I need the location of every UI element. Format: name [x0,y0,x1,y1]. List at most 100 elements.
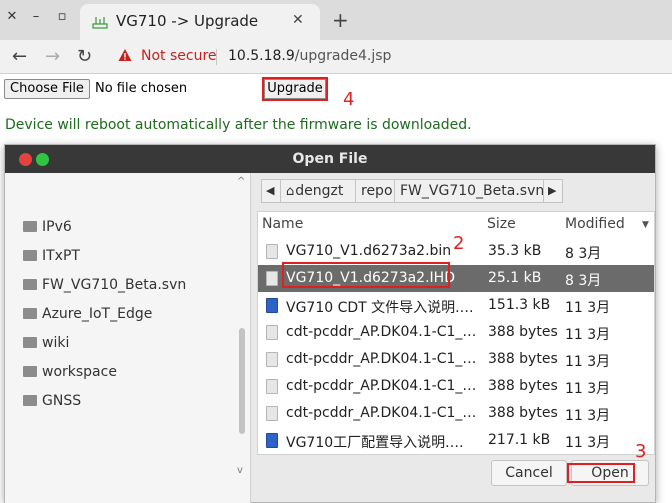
browser-toolbar: ← → ↻ Not secure 10.5.18.9/upgrade4.jsp [0,40,672,74]
folder-icon [23,337,37,348]
scroll-down-icon[interactable]: v [237,465,243,476]
window-close-icon[interactable]: ✕ [2,9,22,24]
browser-tab-bar: ✕ – ▫ VG710 -> Upgrade ✕ + [0,0,672,40]
file-size: 25.1 kB [488,270,542,286]
router-favicon-icon [92,17,108,29]
place-label: Azure_IoT_Edge [42,306,153,322]
place-item-azure-iot-edge[interactable]: Azure_IoT_Edge [23,306,152,326]
file-size: 388 bytes [488,351,558,367]
file-modified: 11 3月 [565,435,611,451]
place-label: ITxPT [42,248,80,264]
open-file-dialog: Open File ^ IPv6 ITxPT FW_VG710_Beta.svn… [4,144,656,503]
forward-icon[interactable]: → [45,46,60,67]
place-item-itxpt[interactable]: ITxPT [23,248,80,268]
place-label: workspace [42,364,117,380]
file-row[interactable]: cdt-pcddr_AP.DK04.1-C1_… 388 bytes 11 3月 [258,400,654,427]
annotation-step-4: 4 [343,89,355,110]
place-item-wiki[interactable]: wiki [23,335,69,355]
warning-icon [118,49,132,61]
file-row[interactable]: VG710工厂配置导入说明.… 217.1 kB 11 3月 [258,427,654,454]
file-modified: 8 3月 [565,273,602,289]
url-path: /upgrade4.jsp [294,48,392,64]
places-scrollbar[interactable] [239,328,245,434]
url-host: 10.5.18.9 [228,48,295,64]
generic-file-icon [266,406,278,421]
file-size: 151.3 kB [488,297,551,313]
annotation-box-selected-file [282,262,450,288]
file-row[interactable]: cdt-pcddr_AP.DK04.1-C1_… 388 bytes 11 3月 [258,373,654,400]
place-item-workspace[interactable]: workspace [23,364,117,384]
file-name: VG710_V1.d6273a2.bin [286,243,452,259]
reboot-message: Device will reboot automatically after t… [5,117,472,133]
file-modified: 8 3月 [565,246,602,262]
tab-title: VG710 -> Upgrade [116,12,259,30]
generic-file-icon [266,271,278,286]
window-minimize-icon[interactable]: – [26,9,46,24]
file-size: 217.1 kB [488,432,551,448]
breadcrumb-back-icon[interactable]: ◀ [261,179,281,203]
place-item-gnss[interactable]: GNSS [23,393,81,413]
file-modified: 11 3月 [565,300,611,316]
file-name: VG710工厂配置导入说明.… [286,435,464,451]
folder-icon [23,279,37,290]
annotation-step-3: 3 [635,441,647,462]
url-text[interactable]: 10.5.18.9/upgrade4.jsp [228,48,391,64]
column-header-size[interactable]: Size [487,216,516,232]
cancel-button[interactable]: Cancel [491,460,567,486]
window-maximize-icon[interactable]: ▫ [52,9,72,24]
browser-tab[interactable]: VG710 -> Upgrade ✕ [80,4,320,40]
home-icon: ⌂ [286,184,295,199]
file-size: 388 bytes [488,324,558,340]
reload-icon[interactable]: ↻ [77,46,92,67]
place-item-fw-vg710-beta[interactable]: FW_VG710_Beta.svn [23,277,186,297]
dialog-title: Open File [292,151,368,167]
column-header-modified[interactable]: Modified [565,216,625,232]
document-icon [266,298,278,313]
not-secure-label[interactable]: Not secure [141,48,217,64]
file-name: cdt-pcddr_AP.DK04.1-C1_… [286,405,476,421]
file-size: 388 bytes [488,378,558,394]
breadcrumb-current[interactable]: FW_VG710_Beta.svn [394,179,544,203]
generic-file-icon [266,352,278,367]
place-label: FW_VG710_Beta.svn [42,277,187,293]
file-size: 35.3 kB [488,243,542,259]
breadcrumb-repo[interactable]: repo [355,179,395,203]
choose-file-button[interactable]: Choose File [4,79,90,99]
place-label: IPv6 [42,219,72,235]
back-icon[interactable]: ← [12,46,27,67]
file-modified: 11 3月 [565,381,611,397]
scroll-up-icon[interactable]: ^ [237,176,245,187]
file-row[interactable]: VG710 CDT 文件导入说明.… 151.3 kB 11 3月 [258,292,654,319]
dialog-titlebar: Open File [5,145,655,173]
column-header-name[interactable]: Name [262,216,303,232]
file-row[interactable]: cdt-pcddr_AP.DK04.1-C1_… 388 bytes 11 3月 [258,346,654,373]
place-label: GNSS [42,393,82,409]
folder-icon [23,395,37,406]
generic-file-icon [266,379,278,394]
annotation-box-upgrade [262,77,328,101]
tab-close-icon[interactable]: ✕ [292,12,304,28]
file-name: VG710 CDT 文件导入说明.… [286,300,474,316]
file-modified: 11 3月 [565,327,611,343]
place-item-ipv6[interactable]: IPv6 [23,219,72,239]
generic-file-icon [266,325,278,340]
file-row[interactable]: cdt-pcddr_AP.DK04.1-C1_… 388 bytes 11 3月 [258,319,654,346]
breadcrumb-forward-icon[interactable]: ▶ [543,179,563,203]
file-modified: 11 3月 [565,354,611,370]
file-modified: 11 3月 [565,408,611,424]
sort-descending-icon[interactable]: ▼ [642,220,649,230]
address-bar[interactable]: Not secure 10.5.18.9/upgrade4.jsp [108,44,672,70]
file-size: 388 bytes [488,405,558,421]
place-label: wiki [42,335,70,351]
address-divider [216,49,217,65]
folder-icon [23,366,37,377]
file-name: cdt-pcddr_AP.DK04.1-C1_… [286,324,476,340]
annotation-step-2: 2 [453,233,465,254]
new-tab-icon[interactable]: + [332,8,349,32]
folder-icon [23,250,37,261]
file-status-text: No file chosen [95,81,188,96]
breadcrumb-home[interactable]: ⌂dengzt [280,179,356,203]
file-name: cdt-pcddr_AP.DK04.1-C1_… [286,351,476,367]
folder-icon [23,221,37,232]
file-name: cdt-pcddr_AP.DK04.1-C1_… [286,378,476,394]
